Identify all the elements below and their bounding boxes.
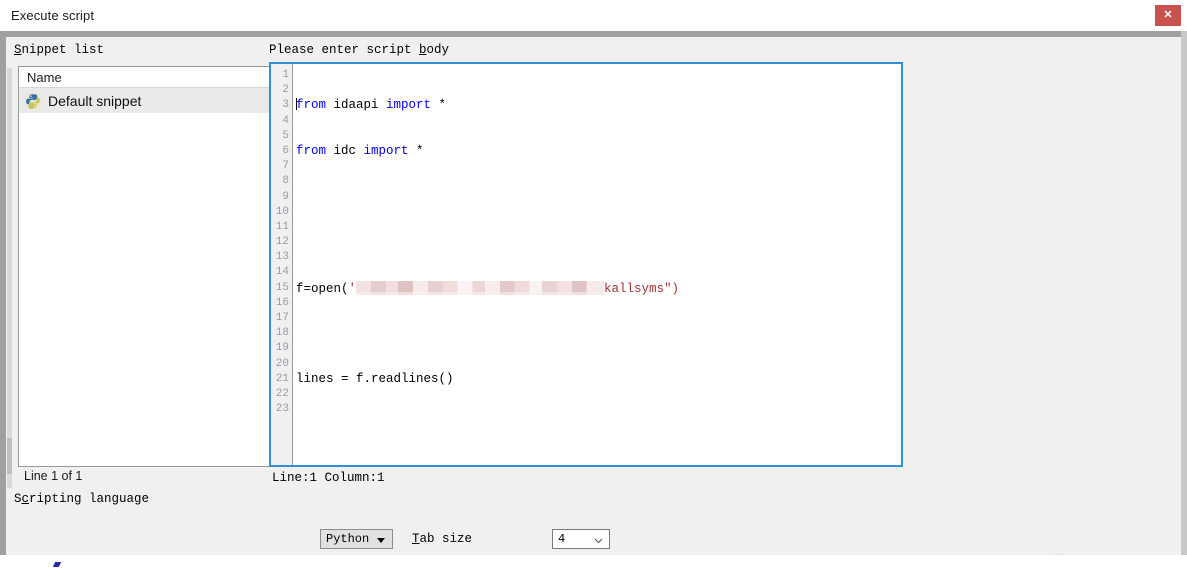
line-number: 14 [275,266,289,279]
line-number: 3 [282,99,289,112]
snippet-list-mnemonic: S [14,43,22,57]
window-chrome-bottom [0,555,1187,570]
execute-script-dialog: Execute script ✕ Snippet list Name Defau… [0,0,1187,570]
line-number: 16 [275,296,289,309]
window-title: Execute script [11,8,95,23]
snippet-list-label: Snippet list [14,43,104,57]
line-number: 11 [275,220,289,233]
line-number: 7 [282,160,289,173]
list-item[interactable]: Default snippet [19,88,273,113]
line-number: 12 [275,236,289,249]
line-number: 15 [275,281,289,294]
tab-size-mnemonic: T [412,532,420,546]
line-number: 1 [282,69,289,81]
redacted-path [356,280,605,295]
tab-size-label-rest: ab size [419,532,473,546]
line-number: 22 [275,387,289,400]
line-number: 6 [282,144,289,157]
scripting-language-dropdown[interactable]: Python [320,529,393,549]
snippet-column-header: Name [19,67,273,88]
line-number: 18 [275,327,289,340]
line-number: 8 [282,175,289,188]
line-number: 2 [282,84,289,97]
line-number: 9 [282,190,289,203]
scripting-language-value: Python [326,532,370,546]
tab-size-value: 4 [558,532,566,546]
dialog-content: Snippet list Name Default snippet Line 1… [6,37,1181,570]
line-number: 21 [275,372,289,385]
tab-size-label: Tab size [412,532,472,546]
scripting-label-mnemonic: c [21,492,30,506]
script-editor[interactable]: 1 2 3 4 5 6 7 8 9 10 11 12 13 14 15 16 17 18 19 20 21 22 23 fr… [269,62,903,467]
line-number-gutter: 1 2 3 4 5 6 7 8 9 10 11 12 13 14 15 16 17 18 19 20 21 22 23 [271,64,293,465]
scripting-label-rest: ripting language [29,492,150,506]
outer-scrollbar[interactable] [7,68,12,488]
editor-label-mnemonic: b [419,43,427,57]
line-number: 5 [282,129,289,142]
snippet-list-panel: Name Default snippet [18,66,274,467]
bottom-artifact [52,562,62,567]
chevron-down-icon [594,535,603,544]
tab-size-combobox[interactable]: 4 [552,529,610,549]
title-bar: Execute script ✕ [0,0,1187,31]
window-chrome-right [1181,31,1187,555]
line-number: 4 [282,114,289,127]
scripting-label-prefix: S [14,492,22,506]
editor-status: Line:1 Column:1 [272,471,385,485]
line-number: 17 [275,312,289,324]
close-icon[interactable]: ✕ [1155,5,1181,26]
python-icon [25,92,41,109]
line-number: 19 [275,342,289,355]
line-number: 13 [275,251,289,264]
snippet-list-label-rest: nippet list [21,43,105,57]
code-line: f=open(' kallsyms") [296,280,680,296]
editor-label: Please enter script body [269,43,449,57]
list-item-label: Default snippet [48,92,142,109]
code-area[interactable]: from idaapi import * from idc import * f… [293,64,901,465]
editor-label-pre: Please enter script [269,43,420,57]
snippet-status: Line 1 of 1 [24,469,83,483]
chevron-down-icon [377,538,385,543]
line-number: 20 [275,357,289,370]
scripting-language-label: Scripting language [14,492,149,506]
line-number: 10 [275,205,289,218]
code-line: lines = f.readlines() [296,371,454,386]
editor-label-post: ody [426,43,450,57]
code-line: from idaapi import * [296,98,447,113]
code-line: from idc import * [296,144,424,158]
line-number: 23 [275,403,289,416]
